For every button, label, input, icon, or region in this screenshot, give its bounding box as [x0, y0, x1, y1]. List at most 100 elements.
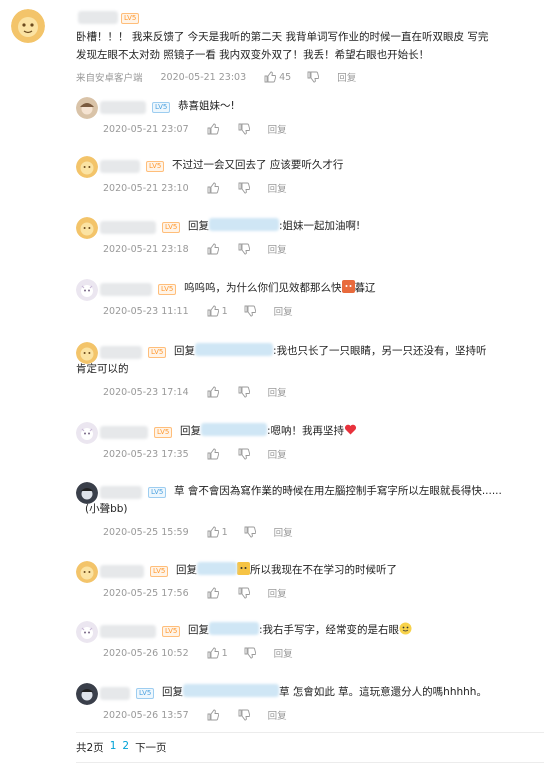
- comment-text: 所以我现在不在学习的时候听了: [250, 564, 397, 576]
- mentioned-user[interactable]: [183, 684, 279, 697]
- reply-button[interactable]: 回复: [274, 646, 293, 660]
- dislike-icon[interactable]: [244, 305, 256, 317]
- comment-meta: 2020-05-26 10:52 1 回复: [103, 646, 293, 661]
- like-icon[interactable]: [207, 448, 219, 460]
- reply-button[interactable]: 回复: [274, 525, 293, 539]
- mentioned-user[interactable]: [209, 622, 259, 635]
- dislike-icon[interactable]: [238, 182, 250, 194]
- username[interactable]: [100, 625, 156, 638]
- comment-suffix: 暮辽: [354, 282, 376, 294]
- like-icon[interactable]: [207, 587, 219, 599]
- avatar[interactable]: [76, 97, 98, 119]
- comment-meta: 2020-05-23 17:14 回复: [103, 385, 287, 400]
- reply-button[interactable]: 回复: [268, 708, 287, 722]
- level-badge: LV5: [150, 566, 169, 577]
- avatar[interactable]: [76, 561, 98, 583]
- username[interactable]: [100, 426, 148, 439]
- like-count: 45: [279, 71, 292, 83]
- comment-meta: 2020-05-25 17:56 回复: [103, 586, 287, 601]
- reply-prefix: 回复: [188, 220, 209, 232]
- comment-text: 呜呜呜，为什么你们见效都那么快: [184, 282, 342, 294]
- avatar[interactable]: [11, 9, 45, 43]
- like-count: 1: [221, 647, 228, 659]
- dislike-icon[interactable]: [238, 709, 250, 721]
- comment-meta: 2020-05-23 17:35 回复: [103, 447, 287, 462]
- level-badge: LV5: [136, 688, 155, 699]
- smile-emoji-icon: [399, 622, 412, 635]
- comment-meta: 2020-05-21 23:10 回复: [103, 181, 287, 196]
- reply-prefix: 回复: [162, 686, 183, 698]
- dislike-icon[interactable]: [238, 448, 250, 460]
- dislike-icon[interactable]: [238, 243, 250, 255]
- username[interactable]: [100, 687, 130, 700]
- like-icon[interactable]: [207, 182, 219, 194]
- comment-text: 发现左眼不太对劲 照镜子一看 我内双变外双了！我丢！希望右眼也开始长！: [76, 49, 430, 61]
- reply-button[interactable]: 回复: [268, 122, 287, 136]
- dislike-icon[interactable]: [238, 123, 250, 135]
- like-count: 1: [221, 305, 228, 317]
- like-icon[interactable]: [264, 71, 277, 83]
- mentioned-user[interactable]: [197, 562, 237, 575]
- source-label: 来自安卓客户端: [76, 73, 143, 84]
- dislike-icon[interactable]: [244, 647, 256, 659]
- avatar[interactable]: [76, 621, 98, 643]
- reply-text: 回复 所以我现在不在学习的时候听了: [176, 560, 397, 580]
- username[interactable]: [100, 221, 156, 234]
- comment-text: 草 會不會因為寫作業的時候在用左腦控制手寫字所以左眼就長得快......: [174, 485, 502, 497]
- reply-button[interactable]: 回复: [337, 70, 356, 84]
- comment-meta: 2020-05-21 23:07 回复: [103, 122, 287, 137]
- comment-text: 不过过一会又回去了 应该要听久才行: [172, 159, 344, 171]
- dislike-icon[interactable]: [238, 587, 250, 599]
- next-page[interactable]: 下一页: [135, 740, 167, 755]
- level-badge: LV5: [162, 222, 181, 233]
- dislike-icon[interactable]: [307, 71, 320, 83]
- reply-text: 回复:嗯呐！我再坚持: [180, 421, 357, 441]
- level-badge: LV5: [148, 347, 167, 358]
- comment-text: :嗯呐！我再坚持: [267, 425, 345, 437]
- level-badge: LV5: [146, 161, 165, 172]
- reply-button[interactable]: 回复: [274, 304, 293, 318]
- username[interactable]: [100, 565, 144, 578]
- reply-button[interactable]: 回复: [268, 181, 287, 195]
- avatar[interactable]: [76, 422, 98, 444]
- avatar[interactable]: [76, 279, 98, 301]
- username[interactable]: [100, 283, 152, 296]
- comment-meta: 来自安卓客户端 2020-05-21 23:03 45 回复: [76, 70, 356, 85]
- like-icon[interactable]: [207, 123, 219, 135]
- username[interactable]: [100, 101, 146, 114]
- divider: [76, 732, 544, 733]
- like-icon[interactable]: [207, 243, 219, 255]
- like-icon[interactable]: [207, 647, 219, 659]
- reply-button[interactable]: 回复: [268, 447, 287, 461]
- username[interactable]: [100, 160, 140, 173]
- like-icon[interactable]: [207, 709, 219, 721]
- timestamp: 2020-05-23 11:11: [103, 305, 189, 317]
- like-icon[interactable]: [207, 386, 219, 398]
- dislike-icon[interactable]: [238, 386, 250, 398]
- avatar[interactable]: [76, 156, 98, 178]
- reply-button[interactable]: 回复: [268, 385, 287, 399]
- page-1[interactable]: 1: [110, 740, 117, 755]
- reply-button[interactable]: 回复: [268, 586, 287, 600]
- avatar[interactable]: [76, 683, 98, 705]
- reply-button[interactable]: 回复: [268, 242, 287, 256]
- reply-text: 不过过一会又回去了 应该要听久才行: [172, 155, 343, 175]
- like-icon[interactable]: [207, 526, 219, 538]
- comment-meta: 2020-05-21 23:18 回复: [103, 242, 287, 257]
- like-icon[interactable]: [207, 305, 219, 317]
- comment-text: :我右手写字，经常变的是右眼: [259, 624, 400, 636]
- mentioned-user[interactable]: [209, 218, 279, 231]
- avatar[interactable]: [76, 217, 98, 239]
- level-badge: LV5: [148, 487, 167, 498]
- reply-prefix: 回复: [174, 345, 195, 357]
- username[interactable]: [78, 11, 118, 24]
- username[interactable]: [100, 346, 142, 359]
- reply-text: 回复:姐妹一起加油啊!: [188, 216, 360, 236]
- page-2[interactable]: 2: [122, 740, 129, 755]
- dislike-icon[interactable]: [244, 526, 256, 538]
- username[interactable]: [100, 486, 142, 499]
- like-count: 1: [221, 526, 228, 538]
- mentioned-user[interactable]: [201, 423, 267, 436]
- comment-meta: 2020-05-26 13:57 回复: [103, 708, 287, 723]
- mentioned-user[interactable]: [195, 343, 273, 356]
